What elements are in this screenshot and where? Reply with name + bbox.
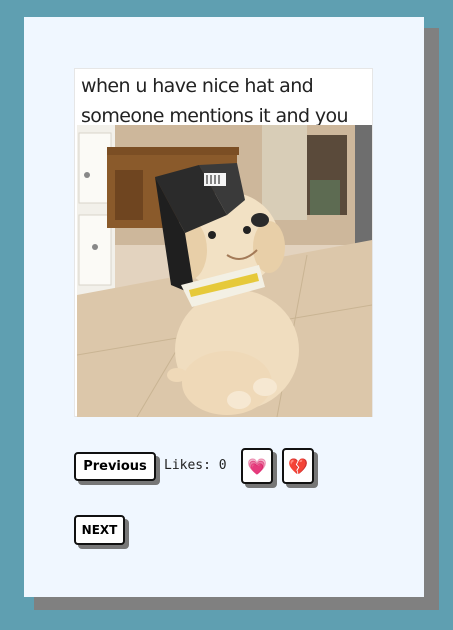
likes-label: Likes:: [164, 458, 211, 473]
love-button[interactable]: 💗: [241, 448, 273, 484]
likes-display: Likes: 0: [164, 458, 227, 473]
previous-button[interactable]: Previous: [74, 452, 156, 481]
likes-count: 0: [218, 458, 227, 473]
controls-row: Previous Likes: 0 💗 💔: [74, 448, 374, 488]
broken-heart-button[interactable]: 💔: [282, 448, 314, 484]
next-button[interactable]: NEXT: [74, 515, 125, 545]
pink-heart-icon: 💗: [247, 456, 267, 476]
broken-heart-icon: 💔: [288, 456, 308, 476]
puppy-photo: [77, 125, 372, 417]
puppy-photo-illustration: [77, 125, 372, 417]
meme-image: when u have nice hat and someone mention…: [74, 68, 373, 417]
